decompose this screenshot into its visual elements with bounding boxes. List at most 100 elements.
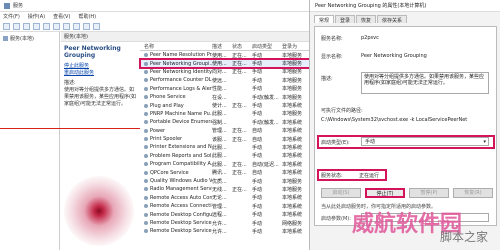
help-icon[interactable] [53, 22, 60, 30]
service-row[interactable]: Program Compatibility A... 此服... 正在... 自动(延… [140, 160, 310, 168]
service-name-text: Peer Networking Groupi... [150, 60, 212, 67]
service-name-text: Peer Networking Identity... [150, 68, 212, 75]
menu-view[interactable]: 查看(V) [53, 13, 70, 20]
service-startup-cell: 手动 [252, 86, 263, 93]
menu-file[interactable]: 文件(F) [3, 13, 20, 20]
forward-icon[interactable] [13, 22, 20, 30]
service-row[interactable]: Peer Networking Identity... 向对... 正在... 手动 本… [140, 68, 310, 76]
service-description-cell: 远程... [212, 212, 227, 219]
service-startup-cell: 手动 [252, 178, 263, 185]
service-status-label: 服务状态: [321, 173, 343, 179]
service-startup-cell: 手动 [252, 61, 263, 68]
service-row[interactable]: Portable Device Enumera... 强制... 手动(触发... 本… [140, 118, 310, 126]
service-row[interactable]: QPCore Service 腾讯... 正在... 自动 本地系统 [140, 168, 310, 176]
service-row[interactable]: Remote Access Connecti... 管理... 手动 本地系统 [140, 202, 310, 210]
service-name-text: Performance Logs & Aler... [150, 85, 212, 92]
service-startup-cell: 自动(延迟... [252, 161, 279, 168]
startup-type-select[interactable]: 手动 ▾ [361, 137, 489, 146]
service-row[interactable]: Radio Management Servi... 无线... 正在... 手动 本地服… [140, 185, 310, 193]
service-name-cell: QPCore Service [140, 170, 212, 176]
service-startup-cell: 手动 [252, 220, 263, 227]
service-name-cell: Radio Management Servi... [140, 186, 212, 192]
menu-action[interactable]: 操作(A) [28, 13, 45, 20]
column-description[interactable]: 描述 [212, 43, 232, 50]
gear-icon [144, 69, 148, 74]
tree-item-services-local[interactable]: 服务(本地) [0, 32, 59, 45]
service-description-cell: 管理... [212, 128, 227, 135]
service-startup-cell: 手动 [252, 69, 263, 76]
service-startup-cell: 手动 [252, 153, 263, 160]
service-name-text: Remote Access Connecti... [150, 203, 212, 210]
service-status-cell: 正在... [232, 186, 247, 193]
gear-icon [144, 162, 148, 167]
watermark-url: jb51.net [420, 218, 450, 226]
dialog-title: Peer Networking Grouping 的属性(本地计算机) [310, 0, 500, 12]
service-row[interactable]: Quality Windows Audio V... 优质... 手动 本地服务 [140, 177, 310, 185]
service-row[interactable]: Remote Desktop Services 允许... 手动 网络服务 [140, 219, 310, 227]
column-startup-type[interactable]: 启动类型 [252, 43, 282, 50]
service-name-cell: Peer Networking Identity... [140, 69, 212, 75]
show-tree-icon[interactable] [23, 22, 30, 30]
column-status[interactable]: 状态 [232, 43, 252, 50]
service-description-cell: 强制... [212, 119, 227, 126]
service-row[interactable]: PNRP Machine Name Pu... 此服... 手动 本地服务 [140, 110, 310, 118]
service-row[interactable]: Phone Service 在设... 手动(触发... 本地服务 [140, 93, 310, 101]
column-name[interactable]: 名称 [140, 43, 212, 50]
service-name-text: Printer Extensions and N... [150, 144, 212, 151]
restart-icon[interactable] [93, 22, 100, 30]
service-name-cell: PNRP Machine Name Pu... [140, 111, 212, 117]
tab-dependencies[interactable]: 依存关系 [377, 15, 408, 24]
service-description-cell: 在设... [212, 94, 227, 101]
tab-general[interactable]: 常规 [314, 15, 335, 24]
console-tree: 服务(本地) [0, 32, 60, 250]
service-name-text: Remote Access Auto Con... [150, 194, 212, 201]
service-row[interactable]: Performance Logs & Aler... 性能... 手动 本地服务 [140, 85, 310, 93]
restart-service-link[interactable]: 重启动此服务 [61, 70, 139, 77]
export-icon[interactable] [43, 22, 50, 30]
service-startup-cell: 自动 [252, 128, 263, 135]
column-log-on-as[interactable]: 登录为 [282, 43, 310, 50]
startup-type-value: 手动 [365, 139, 376, 145]
service-row[interactable]: Remote Desktop Configu... 远程... 手动 本地系统 [140, 210, 310, 218]
service-name-text: Print Spooler [150, 136, 183, 143]
gear-icon [144, 153, 148, 158]
service-row[interactable]: Remote Access Auto Con... 无论... 手动 本地系统 [140, 194, 310, 202]
service-startup-cell: 手动 [252, 77, 263, 84]
service-status-cell: 正在... [232, 61, 247, 68]
resume-button[interactable]: 恢复(R) [453, 188, 493, 198]
service-startup-cell: 自动 [252, 170, 263, 177]
service-name-text: Phone Service [150, 94, 186, 101]
play-icon[interactable] [63, 22, 70, 30]
service-row[interactable]: Plug and Play 使计... 正在... 手动 本地系统 [140, 101, 310, 109]
back-icon[interactable] [3, 22, 10, 30]
display-name-label: 显示名称: [321, 54, 343, 60]
stop-button[interactable]: 停止(T) [365, 188, 405, 198]
gear-icon [144, 195, 148, 200]
refresh-icon[interactable] [33, 22, 40, 30]
service-row[interactable]: Peer Name Resolution Pr... 使用... 正在... 手动 本地… [140, 51, 310, 59]
pause-icon[interactable] [83, 22, 90, 30]
menu-help[interactable]: 帮助(H) [78, 13, 96, 20]
stop-icon[interactable] [73, 22, 80, 30]
gear-icon [144, 204, 148, 209]
tab-logon[interactable]: 登录 [335, 15, 356, 24]
tree-item-label: 服务(本地) [10, 36, 34, 42]
stop-service-link[interactable]: 停止此服务 [61, 63, 139, 70]
tab-recovery[interactable]: 恢复 [356, 15, 377, 24]
pause-button[interactable]: 暂停(P) [409, 188, 449, 198]
service-row[interactable]: Problem Reports and Sol... 此服... 手动 本地系统 [140, 152, 310, 160]
service-row[interactable]: Power 管理... 正在... 自动 本地系统 [140, 127, 310, 135]
service-row[interactable]: Print Spooler 该服... 正在... 自动 本地系统 [140, 135, 310, 143]
pane-header: 服务(本地) [61, 32, 310, 42]
service-row[interactable]: Printer Extensions and N... 此服... 手动 本地系统 [140, 143, 310, 151]
service-status-value: 正在运行 [359, 173, 380, 179]
service-logon-cell: 本地系统 [282, 228, 303, 235]
service-row[interactable]: Remote Desktop Service... 允许... 手动 本地系统 [140, 227, 310, 235]
description-field[interactable]: 使用对等分组提供多方通信。如果禁用该服务，某些应用程序(如家庭组)可能无法正常运… [361, 72, 489, 94]
gear-icon [144, 86, 148, 91]
service-row[interactable]: Peer Networking Groupi... 使用... 正在... 手动 本地服… [139, 58, 311, 69]
service-row[interactable]: Performance Counter DL... 使远... 手动 本地服务 [140, 76, 310, 84]
service-name-cell: Portable Device Enumera... [140, 119, 212, 125]
start-button[interactable]: 启动(S) [321, 188, 361, 198]
service-name-text: Quality Windows Audio V... [150, 178, 212, 185]
